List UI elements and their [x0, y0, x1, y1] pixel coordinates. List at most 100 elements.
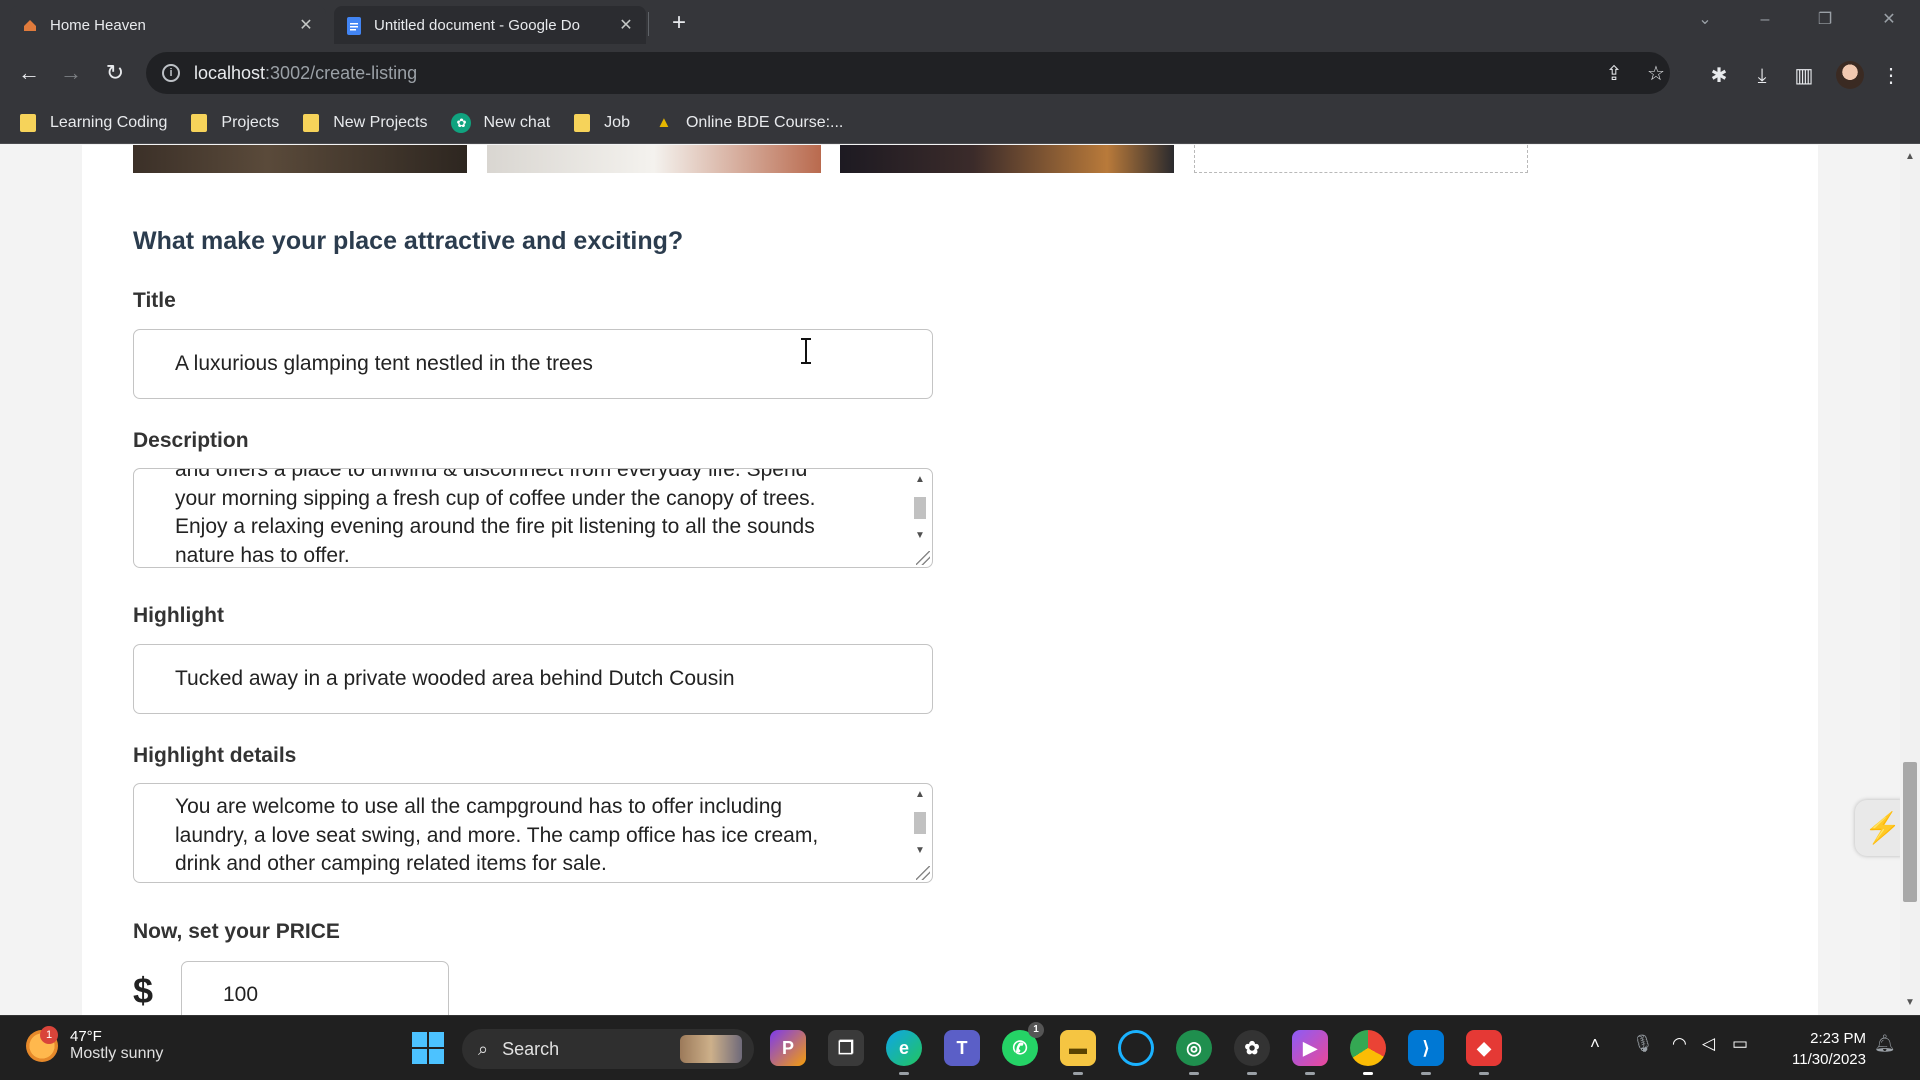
title-input[interactable]: A luxurious glamping tent nestled in the…	[133, 329, 933, 399]
weather-notification-badge: 1	[40, 1025, 58, 1044]
close-tab-icon[interactable]: ✕	[298, 15, 314, 35]
bookmark-projects[interactable]: Projects	[191, 113, 279, 132]
browser-tab-strip: Home Heaven ✕ Untitled document - Google…	[0, 0, 1920, 44]
highlight-details-scrollbar[interactable]: ▲ ▼	[912, 788, 928, 878]
notification-bell-icon[interactable]: 🔔︎	[1874, 1034, 1896, 1054]
tab-search-chevron-icon[interactable]: ⌄	[1682, 0, 1728, 40]
bookmark-job[interactable]: Job	[574, 113, 630, 132]
wifi-icon[interactable]: ◠	[1672, 1034, 1687, 1054]
whatsapp-icon[interactable]: ✆ 1	[1002, 1022, 1044, 1066]
battery-icon[interactable]: ▭	[1732, 1034, 1748, 1054]
tab-google-docs[interactable]: Untitled document - Google Do ✕	[334, 6, 646, 44]
chrome-icon[interactable]	[1350, 1030, 1386, 1075]
chatgpt-icon: ✿	[451, 112, 472, 133]
scroll-up-arrow-icon[interactable]: ▲	[1900, 151, 1920, 162]
weather-description: Mostly sunny	[70, 1045, 164, 1062]
system-clock[interactable]: 2:23 PM 11/30/2023	[1776, 1028, 1866, 1070]
page-viewport: What make your place attractive and exci…	[0, 145, 1920, 1015]
side-panel-icon[interactable]: ▥	[1791, 63, 1817, 89]
share-icon[interactable]: ⇪	[1602, 62, 1626, 86]
photo-upload-area[interactable]	[1194, 145, 1528, 173]
bookmark-learning-coding[interactable]: Learning Coding	[20, 113, 167, 132]
close-tab-icon[interactable]: ✕	[618, 15, 634, 35]
search-highlight-art	[680, 1035, 742, 1063]
site-info-icon[interactable]: i	[162, 64, 180, 82]
description-text: and offers a place to unwind & disconnec…	[175, 468, 816, 567]
new-tab-icon[interactable]: +	[664, 8, 694, 38]
description-label: Description	[133, 429, 249, 452]
tab-title: Untitled document - Google Do	[374, 16, 580, 34]
folder-icon	[20, 113, 36, 132]
profile-avatar[interactable]	[1836, 61, 1864, 89]
scrollbar-thumb[interactable]	[914, 497, 926, 519]
volume-icon[interactable]: ◁	[1702, 1034, 1715, 1054]
url-text[interactable]: localhost:3002/create-listing	[194, 63, 417, 84]
tab-home-heaven[interactable]: Home Heaven ✕	[10, 6, 326, 44]
section-heading: What make your place attractive and exci…	[133, 227, 684, 255]
search-icon: ⌕	[478, 1038, 489, 1059]
windows-start-icon[interactable]	[412, 1032, 444, 1064]
course-icon: ▲	[656, 114, 672, 131]
close-window-icon[interactable]: ✕	[1866, 0, 1912, 40]
forward-icon[interactable]: →	[54, 56, 88, 90]
listing-photo[interactable]	[840, 145, 1174, 173]
bookmarks-bar: Learning Coding Projects New Projects ✿ N…	[0, 102, 1920, 144]
back-icon[interactable]: ←	[12, 56, 46, 90]
download-icon[interactable]: ⤓	[1749, 63, 1775, 89]
scrollbar-thumb[interactable]	[914, 812, 926, 834]
extensions-icon[interactable]: ✱	[1706, 63, 1732, 89]
minimize-icon[interactable]: –	[1742, 0, 1788, 40]
description-textarea[interactable]: and offers a place to unwind & disconnec…	[133, 468, 933, 568]
scroll-down-arrow-icon[interactable]: ▼	[912, 844, 928, 858]
description-scrollbar[interactable]: ▲ ▼	[912, 473, 928, 563]
highlight-input[interactable]: Tucked away in a private wooded area beh…	[133, 644, 933, 714]
highlight-details-textarea[interactable]: You are welcome to use all the campgroun…	[133, 783, 933, 883]
resize-grip-icon[interactable]	[916, 866, 930, 880]
microphone-icon[interactable]: 🎙︎	[1632, 1034, 1654, 1054]
taskbar-search[interactable]: ⌕ Search	[462, 1029, 754, 1069]
bookmark-new-chat[interactable]: ✿ New chat	[451, 112, 550, 133]
resize-grip-icon[interactable]	[916, 551, 930, 565]
folder-icon	[574, 113, 591, 132]
file-explorer-icon[interactable]: ▬	[1060, 1030, 1096, 1075]
sun-icon: 1	[26, 1025, 58, 1062]
scroll-up-arrow-icon[interactable]: ▲	[912, 788, 928, 802]
create-listing-form: What make your place attractive and exci…	[82, 145, 1818, 1015]
google-docs-icon	[346, 17, 362, 35]
listing-photo[interactable]	[133, 145, 467, 173]
show-hidden-icons-icon[interactable]: ˄	[1590, 1034, 1600, 1054]
listing-photo[interactable]	[487, 145, 821, 173]
scroll-up-arrow-icon[interactable]: ▲	[912, 473, 928, 487]
copilot-preview-icon[interactable]: P	[770, 1030, 806, 1066]
clipchamp-icon[interactable]: ▶	[1292, 1030, 1328, 1075]
page-scrollbar-thumb[interactable]	[1903, 762, 1917, 902]
app-ring-icon[interactable]: ◎	[1176, 1030, 1212, 1075]
cortana-icon[interactable]	[1118, 1030, 1154, 1066]
bookmark-new-projects[interactable]: New Projects	[303, 113, 427, 132]
teams-icon[interactable]: T	[944, 1030, 980, 1066]
reload-icon[interactable]: ↻	[98, 56, 132, 90]
page-scrollbar[interactable]: ▲ ▼	[1900, 145, 1920, 1015]
address-bar[interactable]: i localhost:3002/create-listing ⇪ ☆	[146, 52, 1670, 94]
edge-browser-icon[interactable]: e	[886, 1030, 922, 1075]
clock-time: 2:23 PM	[1810, 1030, 1866, 1047]
price-input[interactable]: 100	[181, 961, 449, 1015]
task-view-icon[interactable]: ❐	[828, 1030, 864, 1066]
chatgpt-app-icon[interactable]: ✿	[1234, 1030, 1270, 1075]
scroll-down-arrow-icon[interactable]: ▼	[912, 529, 928, 543]
more-menu-icon[interactable]: ⋮	[1878, 63, 1904, 89]
restore-icon[interactable]: ❐	[1802, 0, 1848, 40]
weather-temperature: 47°F	[70, 1028, 102, 1045]
scroll-down-arrow-icon[interactable]: ▼	[1900, 997, 1920, 1008]
bookmark-online-bde-course[interactable]: ▲ Online BDE Course:...	[654, 113, 844, 133]
bookmark-star-icon[interactable]: ☆	[1644, 62, 1668, 86]
browser-toolbar: ← → ↻ i localhost:3002/create-listing ⇪ …	[0, 44, 1920, 102]
currency-symbol: $	[133, 970, 154, 1011]
search-label: Search	[502, 1038, 560, 1059]
folder-icon	[303, 113, 320, 132]
clock-date: 11/30/2023	[1792, 1051, 1866, 1068]
vscode-icon[interactable]: ⟩	[1408, 1030, 1444, 1075]
tab-separator	[648, 12, 649, 36]
anydesk-icon[interactable]: ◆	[1466, 1030, 1502, 1075]
weather-widget[interactable]: 1 47°F Mostly sunny	[26, 1025, 164, 1063]
